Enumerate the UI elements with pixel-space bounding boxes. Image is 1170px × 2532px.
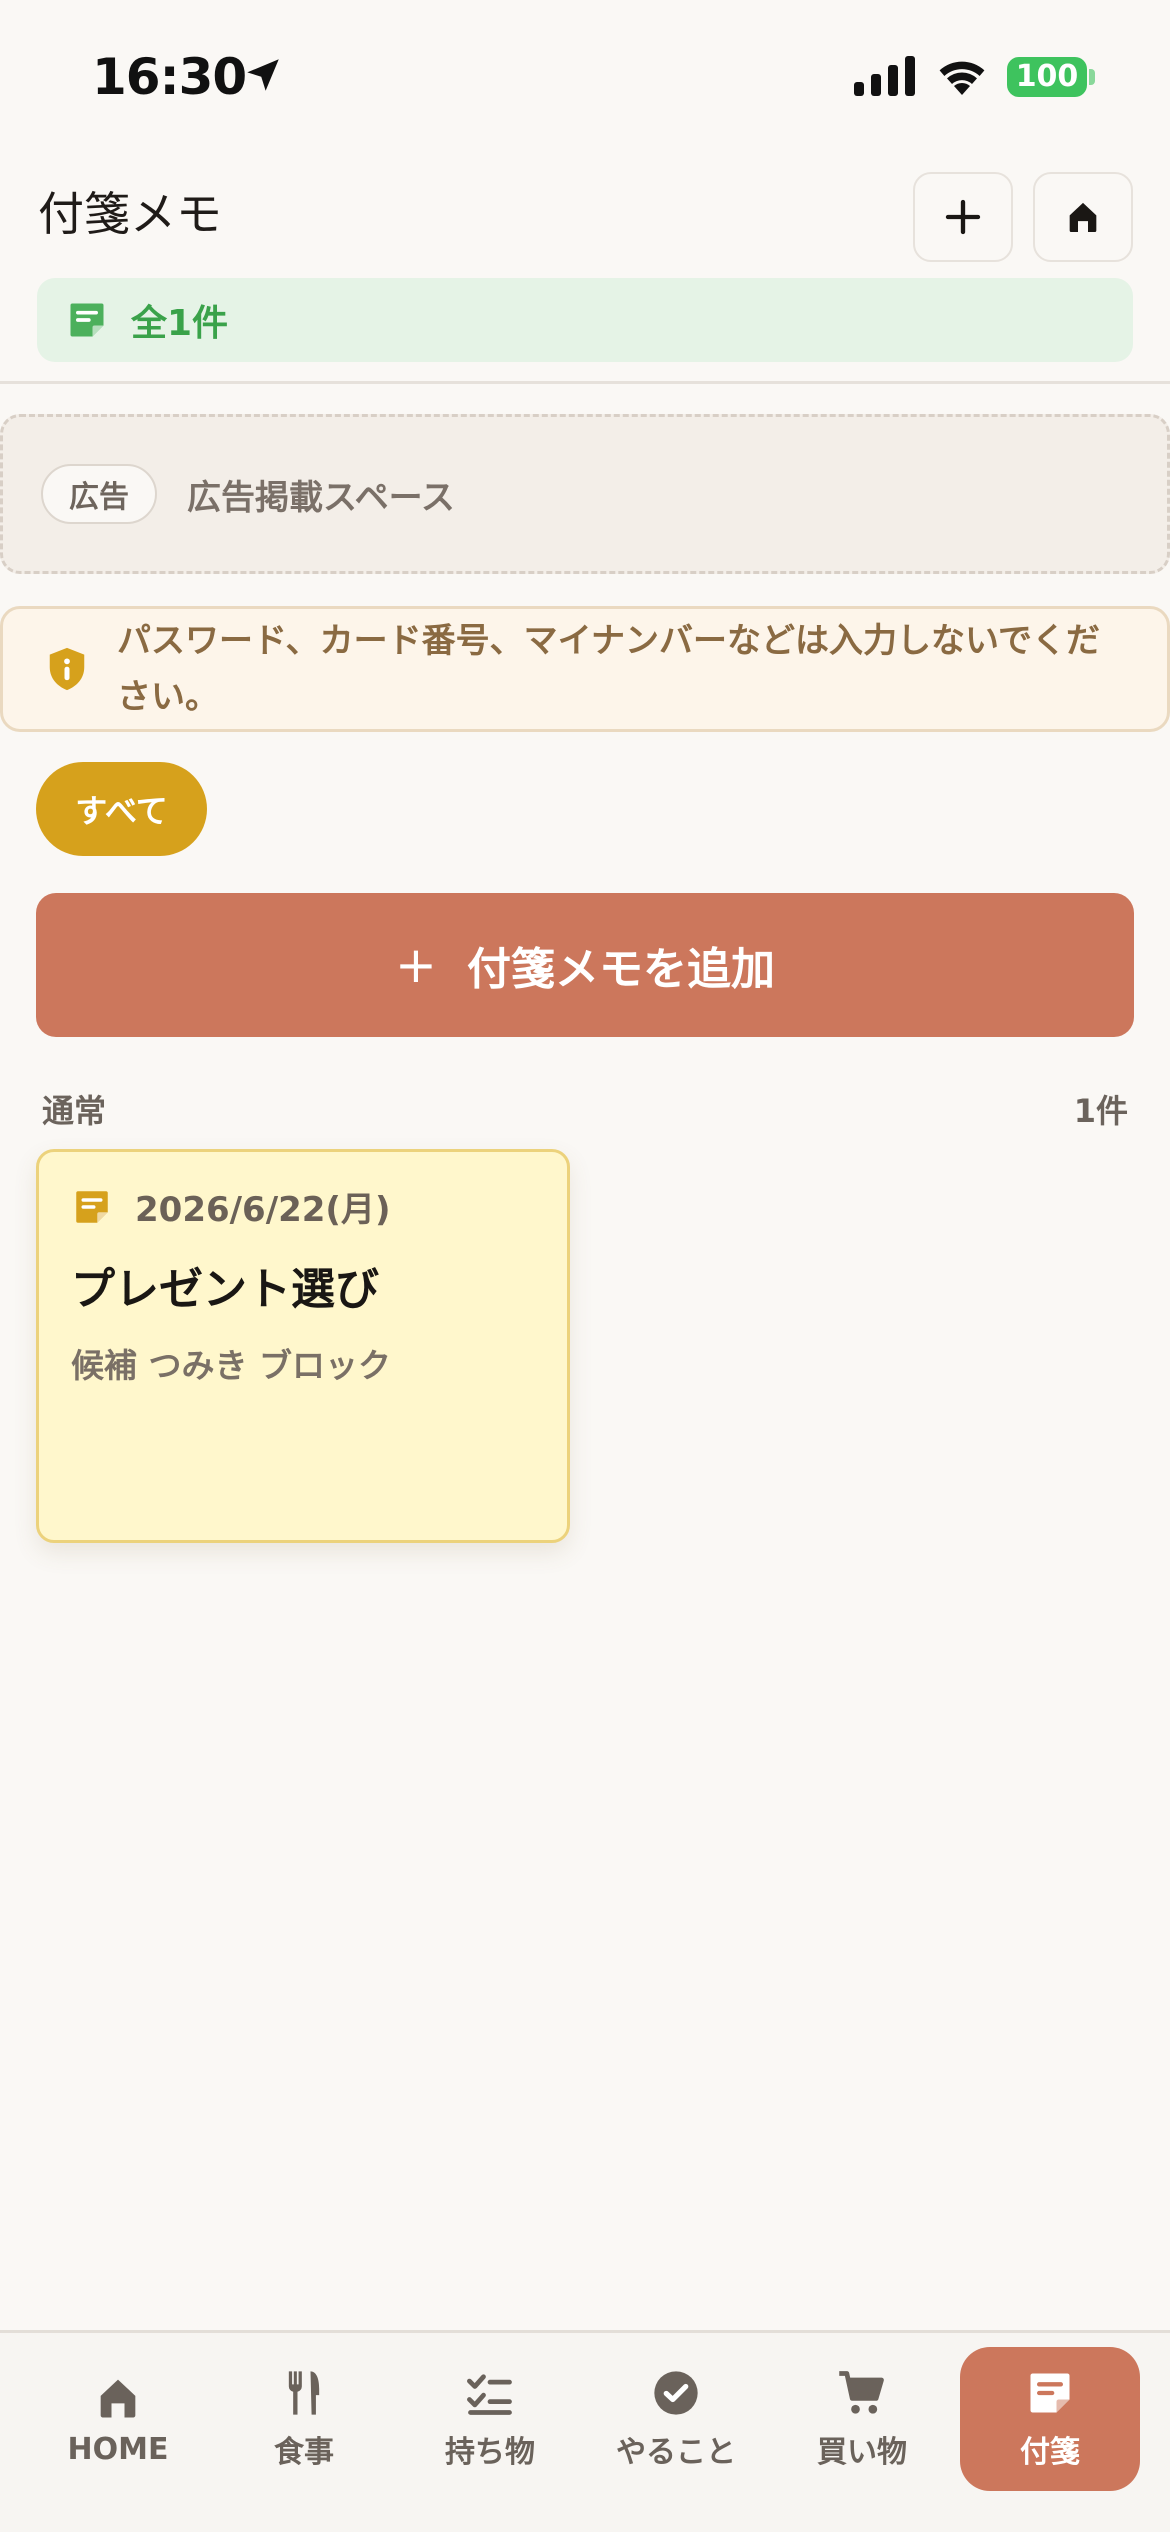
- add-memo-button[interactable]: + 付箋メモを追加: [36, 893, 1134, 1037]
- filter-chip-all[interactable]: すべて: [36, 762, 207, 856]
- header-divider: [0, 381, 1170, 384]
- header-home-button[interactable]: [1033, 172, 1133, 262]
- cart-icon: [839, 2371, 884, 2414]
- memo-count-label: 全1件: [131, 303, 229, 344]
- fork-knife-icon: [288, 2371, 320, 2415]
- checklist-icon: [467, 2374, 512, 2415]
- section-label: 通常: [42, 1092, 107, 1130]
- home-icon: [1069, 202, 1097, 232]
- status-time: 16:30: [92, 48, 247, 106]
- plus-icon: +: [395, 936, 437, 994]
- bottom-tab-bar: HOME 食事 持ち物 やること 買い物 付箋: [0, 2330, 1170, 2532]
- wifi-icon: [939, 61, 985, 95]
- battery-indicator: 100: [1007, 57, 1087, 97]
- plus-icon: [945, 199, 981, 235]
- ad-space[interactable]: 広告 広告掲載スペース: [0, 414, 1170, 574]
- battery-nub: [1089, 69, 1095, 85]
- page-title: 付箋メモ: [38, 187, 222, 241]
- memo-title: プレゼント選び: [71, 1264, 379, 1315]
- warning-text: パスワード、カード番号、マイナンバーなどは入力しないでください。: [117, 621, 1100, 717]
- status-bar: 16:30 100: [0, 0, 1170, 150]
- location-arrow-icon: [247, 59, 279, 91]
- tab-shopping[interactable]: 買い物: [772, 2347, 952, 2491]
- cellular-signal-icon: [854, 56, 915, 96]
- tab-label: HOME: [67, 2431, 169, 2467]
- memo-date: 2026/6/22(月): [135, 1190, 391, 1230]
- tab-belongings[interactable]: 持ち物: [400, 2347, 580, 2491]
- section-count: 1件: [1073, 1092, 1128, 1130]
- memo-body: 候補 つみき ブロック: [71, 1346, 391, 1385]
- home-icon: [100, 2379, 136, 2417]
- shield-info-icon: [49, 647, 85, 691]
- sticky-note-icon: [76, 1190, 108, 1223]
- memo-date-row: 2026/6/22(月): [71, 1182, 535, 1231]
- tab-sticky-notes[interactable]: 付箋: [960, 2347, 1140, 2491]
- header-add-button[interactable]: [913, 172, 1013, 262]
- sticky-note-icon: [1030, 2373, 1070, 2413]
- tab-meal[interactable]: 食事: [214, 2347, 394, 2491]
- ad-text: 広告掲載スペース: [187, 477, 455, 518]
- tab-label: やること: [616, 2435, 736, 2470]
- privacy-warning: パスワード、カード番号、マイナンバーなどは入力しないでください。: [0, 606, 1170, 732]
- check-circle-icon: [654, 2371, 698, 2415]
- add-memo-label: 付箋メモを追加: [466, 944, 775, 995]
- tab-home[interactable]: HOME: [28, 2347, 208, 2491]
- sticky-note-icon: [70, 303, 104, 337]
- tab-label: 買い物: [817, 2435, 907, 2470]
- tab-label: 持ち物: [445, 2435, 535, 2470]
- ad-badge: 広告: [41, 464, 157, 524]
- memo-count-summary: 全1件: [37, 278, 1133, 362]
- memo-card[interactable]: 2026/6/22(月) プレゼント選び 候補 つみき ブロック: [36, 1149, 570, 1543]
- tab-label: 食事: [274, 2435, 334, 2470]
- tab-todo[interactable]: やること: [586, 2347, 766, 2491]
- tab-label: 付箋: [1020, 2435, 1080, 2470]
